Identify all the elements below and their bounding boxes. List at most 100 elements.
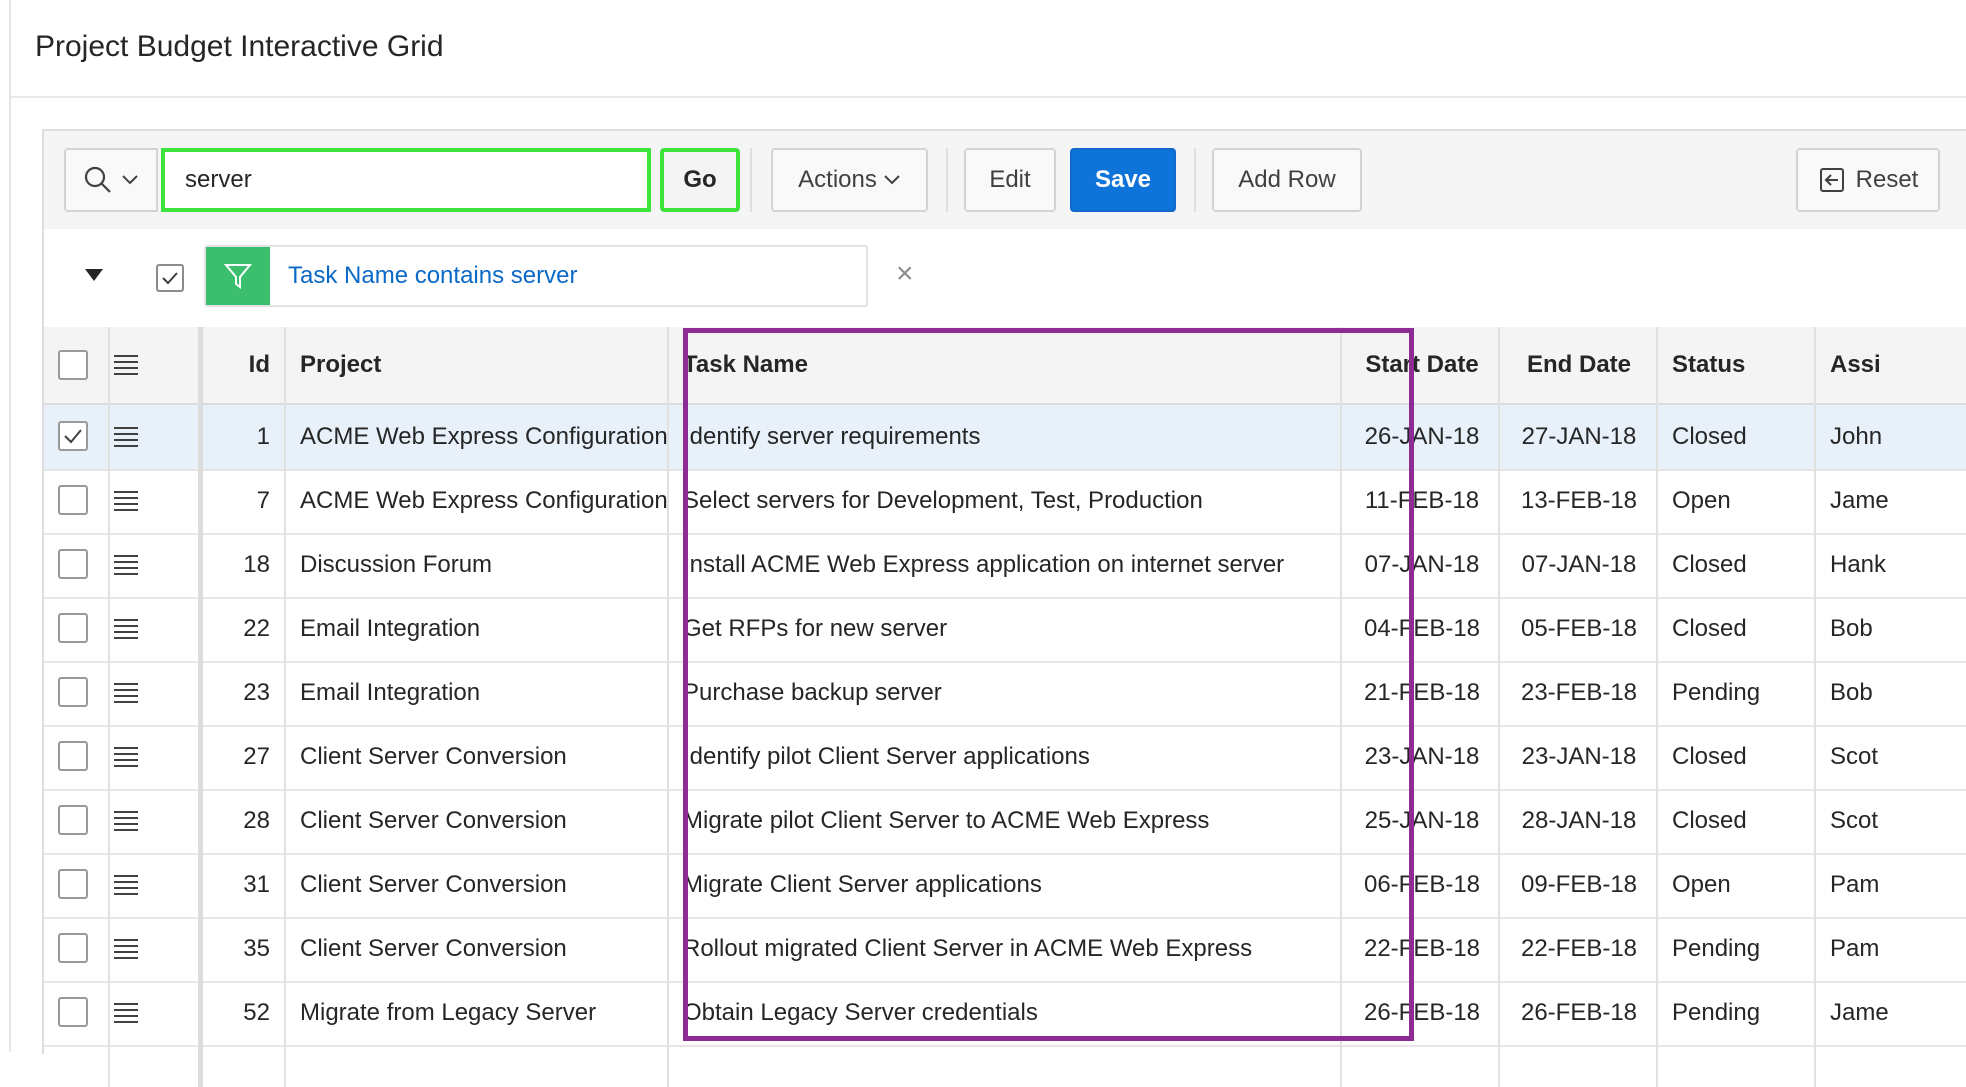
row-select-checkbox[interactable] <box>58 549 88 579</box>
table-row[interactable]: 27 Client Server Conversion Identify pilot… <box>44 725 1966 791</box>
row-select-checkbox[interactable] <box>58 613 88 643</box>
cell-project[interactable]: ACME Web Express Configuration <box>286 405 712 469</box>
column-header-id[interactable]: Id <box>204 327 284 403</box>
cell-project[interactable]: Email Integration <box>286 661 712 725</box>
cell-end-date[interactable]: 28-JAN-18 <box>1500 789 1658 853</box>
cell-project[interactable]: ACME Web Express Configuration <box>286 469 712 533</box>
cell-end-date[interactable]: 22-FEB-18 <box>1500 917 1658 981</box>
row-actions-icon[interactable] <box>114 939 138 959</box>
cell-end-date[interactable]: 27-JAN-18 <box>1500 405 1658 469</box>
column-header-assignee[interactable]: Assi <box>1816 327 1966 403</box>
row-select-checkbox[interactable] <box>58 485 88 515</box>
row-actions-icon[interactable] <box>114 619 138 639</box>
cell-status[interactable]: Pending <box>1658 917 1816 981</box>
cell-start-date[interactable]: 26-FEB-18 <box>1342 981 1502 1045</box>
cell-assignee[interactable]: Pam <box>1816 917 1966 981</box>
column-header-status[interactable]: Status <box>1658 327 1816 403</box>
search-column-menu-button[interactable] <box>64 148 158 212</box>
cell-assignee[interactable]: Scot <box>1816 725 1966 789</box>
cell-id[interactable]: 52 <box>204 981 284 1045</box>
cell-status[interactable]: Closed <box>1658 405 1816 469</box>
row-actions-icon[interactable] <box>114 683 138 703</box>
cell-end-date[interactable]: 13-FEB-18 <box>1500 469 1658 533</box>
row-select-checkbox[interactable] <box>58 677 88 707</box>
cell-status[interactable]: Open <box>1658 853 1816 917</box>
cell-start-date[interactable]: 26-JAN-18 <box>1342 405 1502 469</box>
cell-assignee[interactable]: Jame <box>1816 981 1966 1045</box>
cell-project[interactable]: Client Server Conversion <box>286 917 712 981</box>
cell-status[interactable]: Pending <box>1658 981 1816 1045</box>
row-actions-icon[interactable] <box>114 427 138 447</box>
cell-id[interactable]: 7 <box>204 469 284 533</box>
row-actions-icon[interactable] <box>114 555 138 575</box>
cell-assignee[interactable]: Pam <box>1816 853 1966 917</box>
row-select-checkbox[interactable] <box>58 421 88 451</box>
row-actions-icon[interactable] <box>114 811 138 831</box>
cell-status[interactable]: Open <box>1658 469 1816 533</box>
add-row-button[interactable]: Add Row <box>1212 148 1362 212</box>
collapse-filters-icon[interactable] <box>85 269 103 281</box>
table-row[interactable]: 7 ACME Web Express Configuration Select se… <box>44 469 1966 535</box>
edit-button[interactable]: Edit <box>964 148 1056 212</box>
table-row[interactable]: 31 Client Server Conversion Migrate Client… <box>44 853 1966 919</box>
cell-project[interactable]: Migrate from Legacy Server <box>286 981 712 1045</box>
filter-enable-checkbox[interactable] <box>156 264 184 292</box>
table-row[interactable]: 1 ACME Web Express Configuration Identify … <box>44 405 1966 471</box>
row-select-checkbox[interactable] <box>58 997 88 1027</box>
cell-task-name[interactable]: Obtain Legacy Server credentials <box>669 981 1337 1045</box>
cell-id[interactable]: 18 <box>204 533 284 597</box>
cell-start-date[interactable]: 06-FEB-18 <box>1342 853 1502 917</box>
cell-id[interactable]: 23 <box>204 661 284 725</box>
cell-task-name[interactable]: Rollout migrated Client Server in ACME W… <box>669 917 1337 981</box>
column-header-start-date[interactable]: Start Date <box>1342 327 1502 403</box>
row-select-checkbox[interactable] <box>58 869 88 899</box>
search-input[interactable]: server <box>161 148 651 212</box>
table-row[interactable]: 52 Migrate from Legacy Server Obtain Legac… <box>44 981 1966 1047</box>
cell-assignee[interactable]: John <box>1816 405 1966 469</box>
cell-id[interactable]: 28 <box>204 789 284 853</box>
cell-id[interactable]: 1 <box>204 405 284 469</box>
cell-project[interactable]: Email Integration <box>286 597 712 661</box>
cell-project[interactable]: Client Server Conversion <box>286 725 712 789</box>
table-row[interactable]: 28 Client Server Conversion Migrate pilot … <box>44 789 1966 855</box>
row-actions-icon[interactable] <box>114 747 138 767</box>
cell-status[interactable]: Pending <box>1658 661 1816 725</box>
cell-task-name[interactable]: Purchase backup server <box>669 661 1337 725</box>
cell-status[interactable]: Closed <box>1658 597 1816 661</box>
cell-start-date[interactable]: 04-FEB-18 <box>1342 597 1502 661</box>
filter-description[interactable]: Task Name contains server <box>288 262 577 290</box>
cell-assignee[interactable]: Bob <box>1816 661 1966 725</box>
cell-project[interactable]: Client Server Conversion <box>286 853 712 917</box>
cell-start-date[interactable]: 07-JAN-18 <box>1342 533 1502 597</box>
table-row[interactable]: 35 Client Server Conversion Rollout migrat… <box>44 917 1966 983</box>
cell-status[interactable]: Closed <box>1658 789 1816 853</box>
table-row[interactable]: 18 Discussion Forum Install ACME Web Expre… <box>44 533 1966 599</box>
column-header-project[interactable]: Project <box>286 327 712 403</box>
cell-end-date[interactable]: 23-FEB-18 <box>1500 661 1658 725</box>
cell-project[interactable]: Client Server Conversion <box>286 789 712 853</box>
cell-status[interactable]: Closed <box>1658 725 1816 789</box>
cell-status[interactable]: Closed <box>1658 533 1816 597</box>
row-select-checkbox[interactable] <box>58 805 88 835</box>
cell-end-date[interactable]: 07-JAN-18 <box>1500 533 1658 597</box>
cell-id[interactable]: 31 <box>204 853 284 917</box>
row-actions-icon[interactable] <box>114 355 138 375</box>
cell-assignee[interactable]: Jame <box>1816 469 1966 533</box>
table-row[interactable]: 22 Email Integration Get RFPs for new serv… <box>44 597 1966 663</box>
cell-id[interactable]: 35 <box>204 917 284 981</box>
cell-task-name[interactable]: Select servers for Development, Test, Pr… <box>669 469 1337 533</box>
cell-task-name[interactable]: Migrate Client Server applications <box>669 853 1337 917</box>
actions-menu-button[interactable]: Actions <box>771 148 928 212</box>
cell-id[interactable]: 22 <box>204 597 284 661</box>
cell-end-date[interactable]: 23-JAN-18 <box>1500 725 1658 789</box>
reset-button[interactable]: Reset <box>1796 148 1940 212</box>
cell-end-date[interactable]: 05-FEB-18 <box>1500 597 1658 661</box>
table-row[interactable]: 23 Email Integration Purchase backup serve… <box>44 661 1966 727</box>
save-button[interactable]: Save <box>1070 148 1176 212</box>
cell-task-name[interactable]: Install ACME Web Express application on … <box>669 533 1337 597</box>
select-all-checkbox[interactable] <box>58 350 88 380</box>
cell-end-date[interactable]: 26-FEB-18 <box>1500 981 1658 1045</box>
row-actions-icon[interactable] <box>114 491 138 511</box>
cell-start-date[interactable]: 21-FEB-18 <box>1342 661 1502 725</box>
column-header-end-date[interactable]: End Date <box>1500 327 1658 403</box>
